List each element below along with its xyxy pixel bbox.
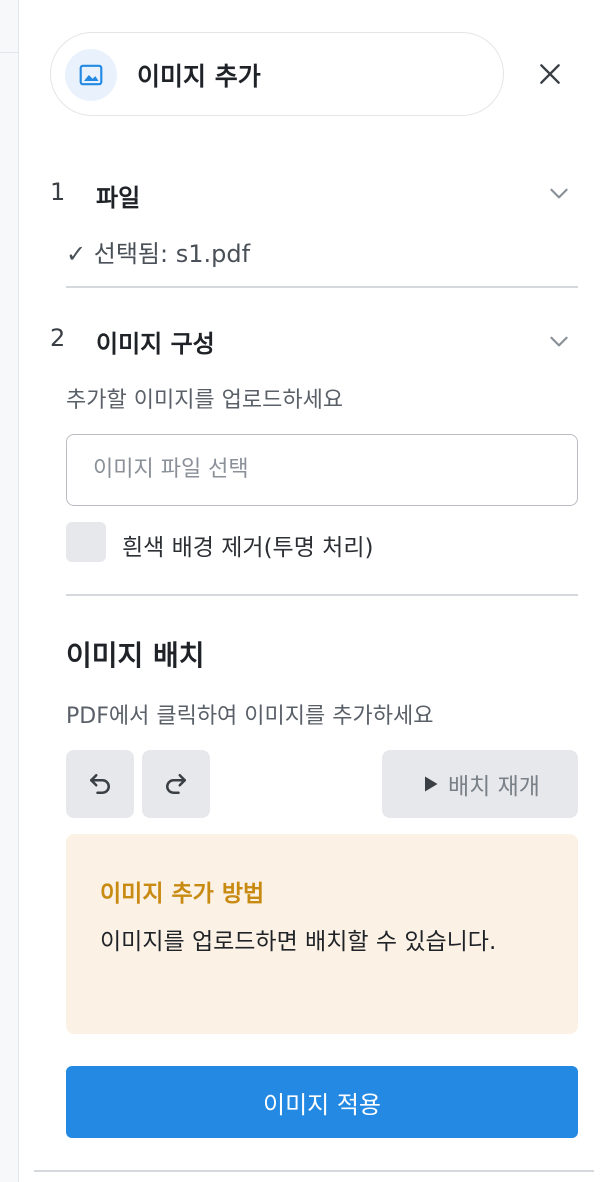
placement-hint: PDF에서 클릭하여 이미지를 추가하세요 [66, 704, 434, 729]
tool-title: 이미지 추가 [137, 62, 261, 91]
divider [66, 594, 578, 596]
step-1-chevron-down-icon[interactable] [546, 180, 572, 206]
info-title: 이미지 추가 방법 [100, 881, 265, 907]
tool-header: 이미지 추가 [50, 32, 504, 116]
redo-button[interactable] [142, 750, 210, 818]
step-1-number: 1 [50, 178, 66, 206]
resume-placement-button[interactable]: 배치 재개 [382, 750, 578, 818]
info-body: 이미지를 업로드하면 배치할 수 있습니다. [100, 929, 497, 955]
left-panel-edge [0, 0, 19, 1182]
step-1-title[interactable]: 파일 [96, 178, 140, 213]
undo-icon [90, 774, 110, 794]
placement-title: 이미지 배치 [66, 639, 205, 672]
image-file-input[interactable]: 이미지 파일 선택 [66, 434, 578, 506]
close-icon [540, 64, 560, 84]
divider [34, 1170, 594, 1172]
play-icon [425, 776, 438, 792]
step-2-number: 2 [50, 324, 66, 352]
step-2-chevron-down-icon[interactable] [546, 328, 572, 354]
info-box: 이미지 추가 방법 이미지를 업로드하면 배치할 수 있습니다. [66, 834, 578, 1034]
remove-background-checkbox[interactable] [66, 522, 106, 562]
undo-button[interactable] [66, 750, 134, 818]
redo-icon [166, 774, 186, 794]
close-button[interactable] [532, 56, 568, 92]
step-2-title[interactable]: 이미지 구성 [96, 324, 215, 359]
upload-hint: 추가할 이미지를 업로드하세요 [66, 388, 344, 413]
left-panel-divider [0, 52, 18, 53]
remove-background-label[interactable]: 흰색 배경 제거(투명 처리) [122, 528, 373, 562]
divider [66, 286, 578, 288]
image-icon [65, 49, 117, 101]
resume-placement-label: 배치 재개 [448, 774, 540, 800]
apply-image-button[interactable]: 이미지 적용 [66, 1066, 578, 1138]
file-selected-status: ✓ 선택됨: s1.pdf [66, 240, 251, 268]
